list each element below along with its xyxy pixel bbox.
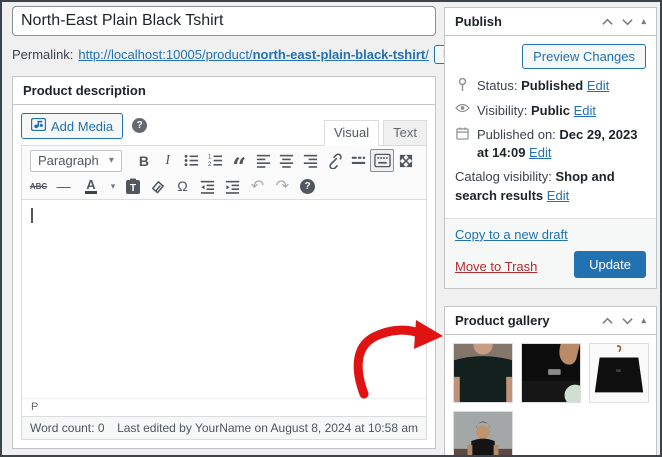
copy-to-new-draft-link[interactable]: Copy to a new draft <box>455 227 568 242</box>
editor-help-icon[interactable]: ? <box>132 118 147 133</box>
add-media-label: Add Media <box>51 119 113 134</box>
svg-text:1: 1 <box>208 154 212 161</box>
insert-link-icon[interactable] <box>323 149 347 172</box>
gallery-thumbnails <box>453 343 649 457</box>
last-edited-text: Last edited by YourName on August 8, 202… <box>117 421 418 435</box>
permalink-row: Permalink: http://localhost:10005/produc… <box>12 44 436 64</box>
editor-toolbar-row1: Paragraph ▾ B I 12 “ <box>22 146 426 173</box>
numbered-list-icon[interactable]: 12 <box>203 149 227 172</box>
indent-icon[interactable] <box>220 175 245 198</box>
bullet-list-icon[interactable] <box>180 149 204 172</box>
read-more-tag-icon[interactable] <box>347 149 371 172</box>
svg-text:T: T <box>129 183 135 194</box>
text-color-button[interactable]: A <box>76 175 106 198</box>
editor-status-bar: Word count: 0 Last edited by YourName on… <box>21 417 427 440</box>
status-value: Published <box>521 78 583 93</box>
product-gallery-title: Product gallery <box>455 313 550 328</box>
svg-text:2: 2 <box>208 161 212 168</box>
undo-icon[interactable]: ↶ <box>245 175 270 198</box>
move-down-icon[interactable] <box>621 14 634 29</box>
toggle-panel-icon[interactable]: ▴ <box>641 316 646 325</box>
bold-button[interactable]: B <box>132 149 156 172</box>
main-column: Permalink: http://localhost:10005/produc… <box>12 6 436 449</box>
media-icon <box>31 118 46 134</box>
calendar-icon <box>455 127 470 140</box>
chevron-down-icon: ▾ <box>109 155 114 166</box>
paste-as-text-icon[interactable]: T <box>120 175 145 198</box>
special-character-button[interactable]: Ω <box>170 175 195 198</box>
editor-content-area[interactable] <box>22 200 426 398</box>
move-down-icon[interactable] <box>621 313 634 328</box>
text-cursor <box>31 208 33 223</box>
published-on-row: Published on: Dec 29, 2023 at 14:09 Edit <box>455 126 646 161</box>
publish-box: Publish ▴ Preview Changes Status: Publis… <box>444 7 657 289</box>
edit-catalog-link[interactable]: Edit <box>547 188 569 203</box>
update-button[interactable]: Update <box>574 251 646 278</box>
gallery-thumbnail-1[interactable] <box>453 343 513 403</box>
add-media-button[interactable]: Add Media <box>21 113 123 139</box>
sidebar: Publish ▴ Preview Changes Status: Publis… <box>444 7 657 457</box>
align-center-icon[interactable] <box>275 149 299 172</box>
tab-text[interactable]: Text <box>383 120 427 145</box>
visibility-row: Visibility: Public Edit <box>455 102 646 120</box>
edit-published-link[interactable]: Edit <box>529 145 551 160</box>
clear-formatting-icon[interactable] <box>145 175 170 198</box>
horizontal-rule-button[interactable]: — <box>51 175 76 198</box>
align-left-icon[interactable] <box>251 149 275 172</box>
align-right-icon[interactable] <box>299 149 323 172</box>
blockquote-button[interactable]: “ <box>227 149 251 172</box>
move-up-icon[interactable] <box>601 14 614 29</box>
redo-icon[interactable]: ↷ <box>270 175 295 198</box>
fullscreen-icon[interactable] <box>394 149 418 172</box>
preview-changes-button[interactable]: Preview Changes <box>522 44 646 69</box>
move-to-trash-link[interactable]: Move to Trash <box>455 259 537 274</box>
product-title-input[interactable] <box>12 6 436 36</box>
visibility-value: Public <box>531 103 570 118</box>
wordpress-product-edit-screen: Permalink: http://localhost:10005/produc… <box>0 0 662 457</box>
permalink-label: Permalink: <box>12 47 73 62</box>
toolbar-toggle-icon[interactable] <box>370 149 394 172</box>
tab-visual[interactable]: Visual <box>324 120 379 145</box>
toggle-panel-icon[interactable]: ▴ <box>641 17 646 26</box>
move-up-icon[interactable] <box>601 313 614 328</box>
product-description-title: Product description <box>23 83 146 98</box>
eye-icon <box>455 103 470 113</box>
editor-toolbar-row2: ABC — A ▾ T Ω <box>22 173 426 200</box>
product-description-header: Product description <box>13 77 435 105</box>
paragraph-format-select[interactable]: Paragraph ▾ <box>30 150 122 172</box>
outdent-icon[interactable] <box>195 175 220 198</box>
permalink-url[interactable]: http://localhost:10005/product/north-eas… <box>78 47 428 62</box>
edit-status-link[interactable]: Edit <box>587 78 609 93</box>
italic-button[interactable]: I <box>156 149 180 172</box>
status-row: Status: Published Edit <box>455 77 646 95</box>
text-color-dropdown-icon[interactable]: ▾ <box>106 175 120 198</box>
keyboard-shortcuts-help-icon[interactable]: ? <box>295 175 320 198</box>
pin-status-icon <box>455 78 470 92</box>
product-description-box: Product description Add Media ? Visual T… <box>12 76 436 449</box>
publish-box-title: Publish <box>455 14 502 29</box>
product-gallery-box: Product gallery ▴ <box>444 306 657 457</box>
visual-editor: Paragraph ▾ B I 12 “ <box>21 145 427 417</box>
edit-visibility-link[interactable]: Edit <box>574 103 596 118</box>
editor-element-path[interactable]: P <box>22 398 426 416</box>
strikethrough-button[interactable]: ABC <box>26 175 51 198</box>
major-publishing-actions: Copy to a new draft Move to Trash Update <box>445 218 656 288</box>
gallery-thumbnail-2[interactable] <box>521 343 581 403</box>
word-count: Word count: 0 <box>30 421 105 435</box>
gallery-thumbnail-4[interactable] <box>453 411 513 457</box>
catalog-visibility-row: Catalog visibility: Shop and search resu… <box>455 168 646 206</box>
gallery-thumbnail-3[interactable] <box>589 343 649 403</box>
